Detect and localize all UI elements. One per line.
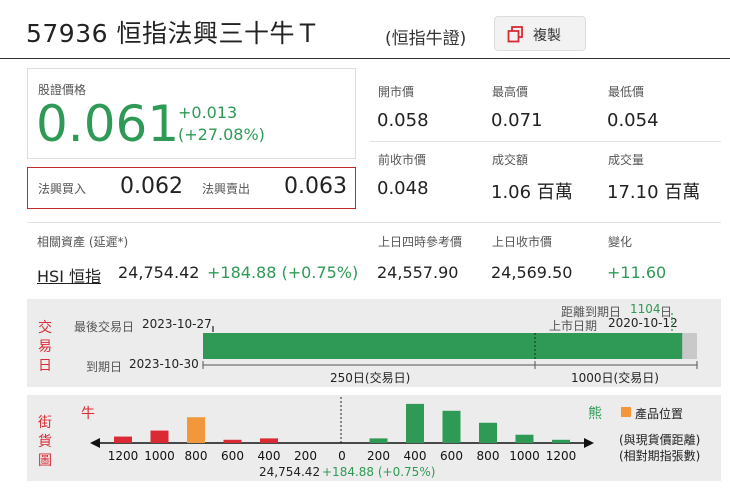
bull-bar [114,436,132,443]
stat-label-volume: 成交量 [608,153,645,167]
stat-value-open: 0.058 [377,110,429,131]
axis-arrow-right [584,438,594,448]
copy-icon [507,26,523,43]
ask-label: 法興賣出 [202,182,251,196]
x-tick-label: 1200 [546,449,577,463]
header-divider [0,58,730,59]
stat-label-prev-close: 前收市價 [378,153,427,167]
x-tick-label: 600 [440,449,463,463]
x-tick-label: 1000 [509,449,540,463]
spot-change-label: +184.88 (+0.75%) [322,465,436,479]
x-tick-label: 1200 [108,449,139,463]
x-tick-label: 800 [477,449,500,463]
span-250-label: 250日(交易日) [327,369,414,386]
price-change-pct: (+27.08%) [178,125,265,144]
underlying-link[interactable]: HSI 恒指 [37,263,101,287]
price-change: +0.013 [178,103,238,122]
bear-bar [515,434,534,443]
diff-value: +11.60 [607,263,667,282]
page-title: 57936 恒指法興三十牛Ｔ [26,19,321,48]
bull-bar [150,430,169,443]
bull-bar [260,438,278,443]
price-value: 0.061 [36,95,180,153]
underlying-price: 24,754.42 [118,263,200,282]
ask-value: 0.063 [284,174,347,199]
x-tick-label: 600 [221,449,244,463]
spot-price-label: 24,754.42 [259,465,321,479]
x-tick-label: 400 [258,449,281,463]
ref-price-label: 上日四時參考價 [378,235,463,249]
stat-value-low: 0.054 [607,110,659,131]
bull-bar [223,439,242,443]
stat-label-turnover: 成交額 [492,153,529,167]
x-tick-label: 1000 [144,449,175,463]
stat-label-open: 開市價 [378,85,415,99]
elapsed-bar [203,333,683,359]
street-map-panel: 街 貨 圖 牛 熊 產品位置 (與現貨價距離) (相對期指張數) 1200 100… [27,395,721,481]
page-subtitle: (恒指牛證) [385,29,467,49]
bars-group [114,403,570,443]
bear-bar [479,422,497,443]
stat-value-high: 0.071 [491,110,543,131]
stat-value-turnover: 1.06 百萬 [491,182,573,203]
x-tick-label: 200 [367,449,390,463]
bid-label: 法興買入 [38,182,87,196]
stat-label-low: 最低價 [608,85,645,99]
copy-button-label: 複製 [533,28,561,44]
x-tick-label: 400 [404,449,427,463]
span-1000-label: 1000日(交易日) [568,369,662,386]
ref-price-value: 24,557.90 [377,263,459,282]
trading-days-panel: 交 易 日 最後交易日 2023-10-27 到期日 2023-10-30 距離… [27,299,721,387]
bull-bar [187,417,205,443]
stat-value-prev-close: 0.048 [377,178,429,199]
copy-button[interactable]: 複製 [494,16,586,51]
section-divider [27,222,721,223]
axis-arrow-left [90,438,100,448]
bid-ask-box: 法興買入 0.062 法興賣出 0.063 [27,167,356,209]
bear-bar [406,403,424,443]
diff-label: 變化 [608,235,633,249]
price-card: 股證價格 0.061 +0.013 (+27.08%) [27,68,356,159]
x-tick-label: 200 [294,449,317,463]
x-tick-label: 800 [185,449,208,463]
underlying-change: +184.88 (+0.75%) [207,263,359,282]
prev-close-value: 24,569.50 [491,263,573,282]
bid-value: 0.062 [120,174,183,199]
bear-bar [442,410,461,443]
ticks-group: 1200 1000 800 600 400 200 0 200 400 600 800 1000 120… [108,449,577,463]
bear-bar [552,439,570,443]
prev-close-label: 上日收市價 [492,235,553,249]
stat-value-volume: 17.10 百萬 [607,182,701,203]
bear-bar [369,438,388,443]
stat-label-high: 最高價 [492,85,529,99]
x-tick-label: 0 [338,449,346,463]
stats-divider [370,141,721,142]
underlying-label: 相關資產 (延遲*) [37,235,129,249]
